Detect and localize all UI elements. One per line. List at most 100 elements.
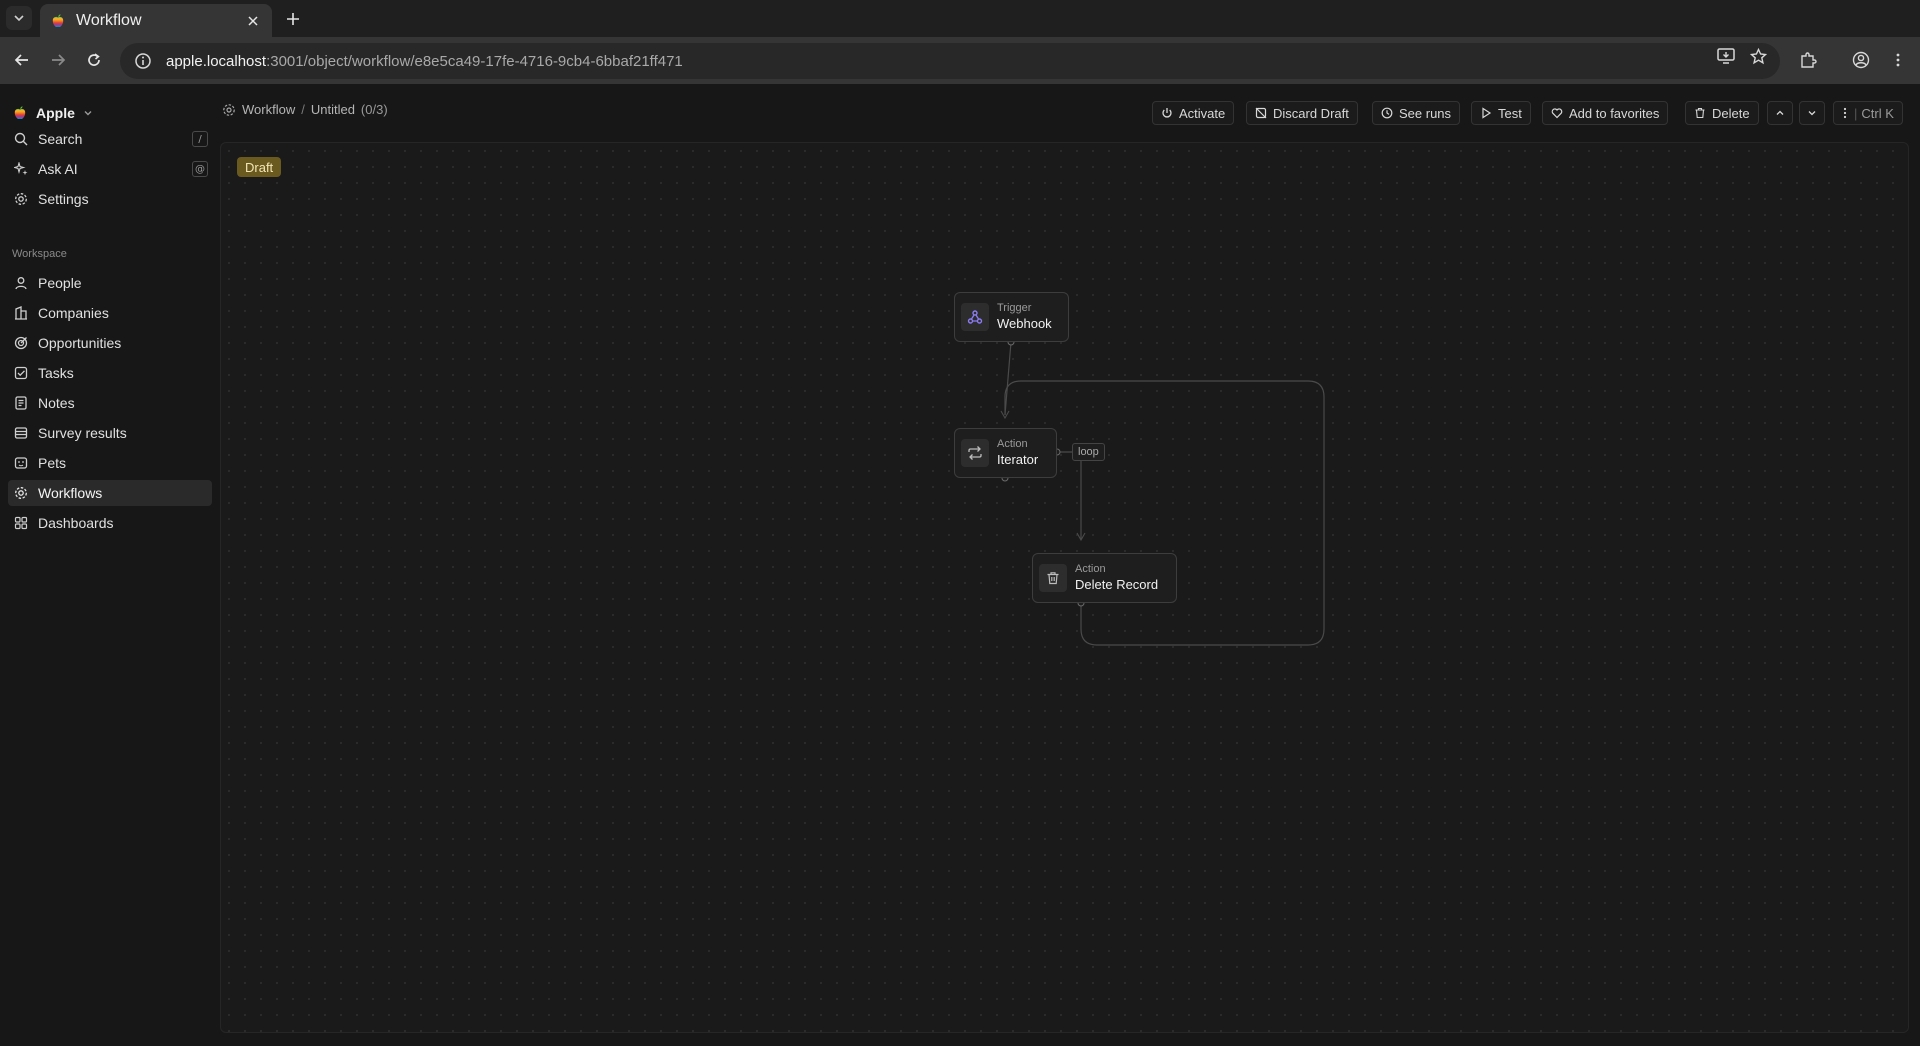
sidebar-item-label: Notes <box>38 395 75 411</box>
command-menu-divider: | <box>1854 105 1858 121</box>
chevron-down-icon <box>84 111 92 116</box>
profile-button[interactable] <box>1850 49 1872 71</box>
add-to-favorites-label: Add to favorites <box>1569 105 1660 121</box>
browser-menu-button[interactable] <box>1887 49 1909 71</box>
previous-record-button[interactable] <box>1767 101 1793 125</box>
install-icon <box>1717 48 1735 64</box>
node-type: Trigger <box>997 302 1032 314</box>
bookmark-button[interactable] <box>1748 46 1768 66</box>
plus-icon <box>287 13 299 25</box>
browser-toolbar: apple.localhost:3001/object/workflow/e8e… <box>0 37 1920 84</box>
chevron-down-icon <box>14 15 24 22</box>
reload-button[interactable] <box>83 49 105 71</box>
test-button[interactable]: Test <box>1471 101 1531 125</box>
address-bar[interactable]: apple.localhost:3001/object/workflow/e8e… <box>120 43 1780 79</box>
new-tab-button[interactable] <box>282 8 304 30</box>
workspace-name: Apple <box>36 105 75 121</box>
apple-logo-icon <box>14 106 26 120</box>
dashboard-icon <box>13 515 29 531</box>
workflow-node-delete-record[interactable]: Action Delete Record <box>1032 553 1177 603</box>
url-host: apple.localhost <box>166 52 267 70</box>
node-name: Iterator <box>997 452 1039 467</box>
sidebar-item-opportunities[interactable]: Opportunities <box>8 330 212 356</box>
sidebar-item-pets[interactable]: Pets <box>8 450 212 476</box>
sidebar-item-label: Survey results <box>38 425 127 441</box>
edge-loop-return <box>1004 380 1325 646</box>
tab-search-button[interactable] <box>6 6 32 30</box>
sidebar-item-label: People <box>38 275 82 291</box>
trash-icon <box>1039 564 1067 592</box>
delete-button[interactable]: Delete <box>1685 101 1759 125</box>
table-icon <box>13 425 29 441</box>
reload-icon <box>88 53 100 66</box>
close-icon <box>248 15 258 26</box>
sidebar-section-workspace: Workspace <box>12 248 67 260</box>
gear-icon <box>13 191 29 207</box>
sidebar-item-label: Settings <box>38 191 89 207</box>
sidebar-item-survey-results[interactable]: Survey results <box>8 420 212 446</box>
heart-icon <box>1550 106 1564 120</box>
power-icon <box>1160 106 1174 120</box>
workspace-switcher[interactable]: Apple <box>12 102 93 124</box>
back-button[interactable] <box>11 49 33 71</box>
history-icon <box>1380 106 1394 120</box>
workflow-node-trigger[interactable]: Trigger Webhook <box>954 292 1069 342</box>
sparkles-icon <box>13 161 29 177</box>
loop-edge-label: loop <box>1072 443 1105 461</box>
test-label: Test <box>1498 105 1522 121</box>
discard-draft-label: Discard Draft <box>1273 105 1349 121</box>
sidebar-item-label: Search <box>38 131 83 147</box>
workflow-canvas[interactable]: Draft Trigger Webhook Action Iterator lo… <box>220 142 1909 1033</box>
sidebar-item-notes[interactable]: Notes <box>8 390 212 416</box>
close-tab-button[interactable] <box>244 12 262 30</box>
extensions-button[interactable] <box>1797 49 1819 71</box>
node-type: Action <box>997 438 1028 450</box>
record-header: Workflow / Untitled (0/3) Activate Disca… <box>220 84 1920 140</box>
paw-icon <box>13 455 29 471</box>
sidebar-item-label: Tasks <box>38 365 74 381</box>
tab-title: Workflow <box>76 11 142 29</box>
sidebar-item-workflows[interactable]: Workflows <box>8 480 212 506</box>
arrow-right-icon <box>52 54 66 66</box>
search-shortcut-badge: / <box>192 131 208 147</box>
browser-tab-bar: Workflow <box>0 0 1920 37</box>
sidebar-item-tasks[interactable]: Tasks <box>8 360 212 386</box>
sidebar: Apple Search / Ask AI @ Settings Workspa… <box>0 84 220 1046</box>
node-type: Action <box>1075 563 1106 575</box>
delete-label: Delete <box>1712 105 1750 121</box>
sidebar-item-ask-ai[interactable]: Ask AI @ <box>8 156 212 182</box>
sidebar-item-settings[interactable]: Settings <box>8 186 212 212</box>
workflow-node-iterator[interactable]: Action Iterator <box>954 428 1057 478</box>
see-runs-button[interactable]: See runs <box>1372 101 1461 125</box>
sidebar-item-people[interactable]: People <box>8 270 212 296</box>
command-menu-button[interactable]: | Ctrl K <box>1833 101 1903 125</box>
record-position-count: (0/3) <box>360 102 388 117</box>
browser-tab[interactable]: Workflow <box>40 4 272 37</box>
sidebar-item-label: Workflows <box>38 485 103 501</box>
record-title[interactable]: Untitled <box>311 102 355 117</box>
breadcrumb-parent-link[interactable]: Workflow <box>242 102 295 117</box>
breadcrumb: Workflow / Untitled (0/3) <box>222 102 388 117</box>
sidebar-item-label: Companies <box>38 305 109 321</box>
site-info-icon[interactable] <box>134 52 152 70</box>
chevron-up-icon <box>1776 110 1784 115</box>
sidebar-item-companies[interactable]: Companies <box>8 300 212 326</box>
sidebar-item-dashboards[interactable]: Dashboards <box>8 510 212 536</box>
more-vertical-icon <box>1841 106 1849 120</box>
trash-icon <box>1693 106 1707 120</box>
puzzle-icon <box>1801 52 1817 68</box>
discard-draft-button[interactable]: Discard Draft <box>1246 101 1358 125</box>
node-name: Delete Record <box>1075 577 1159 592</box>
sidebar-item-search[interactable]: Search / <box>8 126 212 152</box>
add-to-favorites-button[interactable]: Add to favorites <box>1542 101 1669 125</box>
install-app-button[interactable] <box>1716 46 1736 66</box>
search-icon <box>13 131 29 147</box>
next-record-button[interactable] <box>1799 101 1825 125</box>
activate-button[interactable]: Activate <box>1152 101 1235 125</box>
sidebar-item-label: Pets <box>38 455 67 471</box>
webhook-icon <box>961 303 989 331</box>
discard-icon <box>1254 106 1268 120</box>
forward-button[interactable] <box>47 49 69 71</box>
play-icon <box>1479 106 1493 120</box>
command-shortcut-label: Ctrl K <box>1861 105 1894 121</box>
